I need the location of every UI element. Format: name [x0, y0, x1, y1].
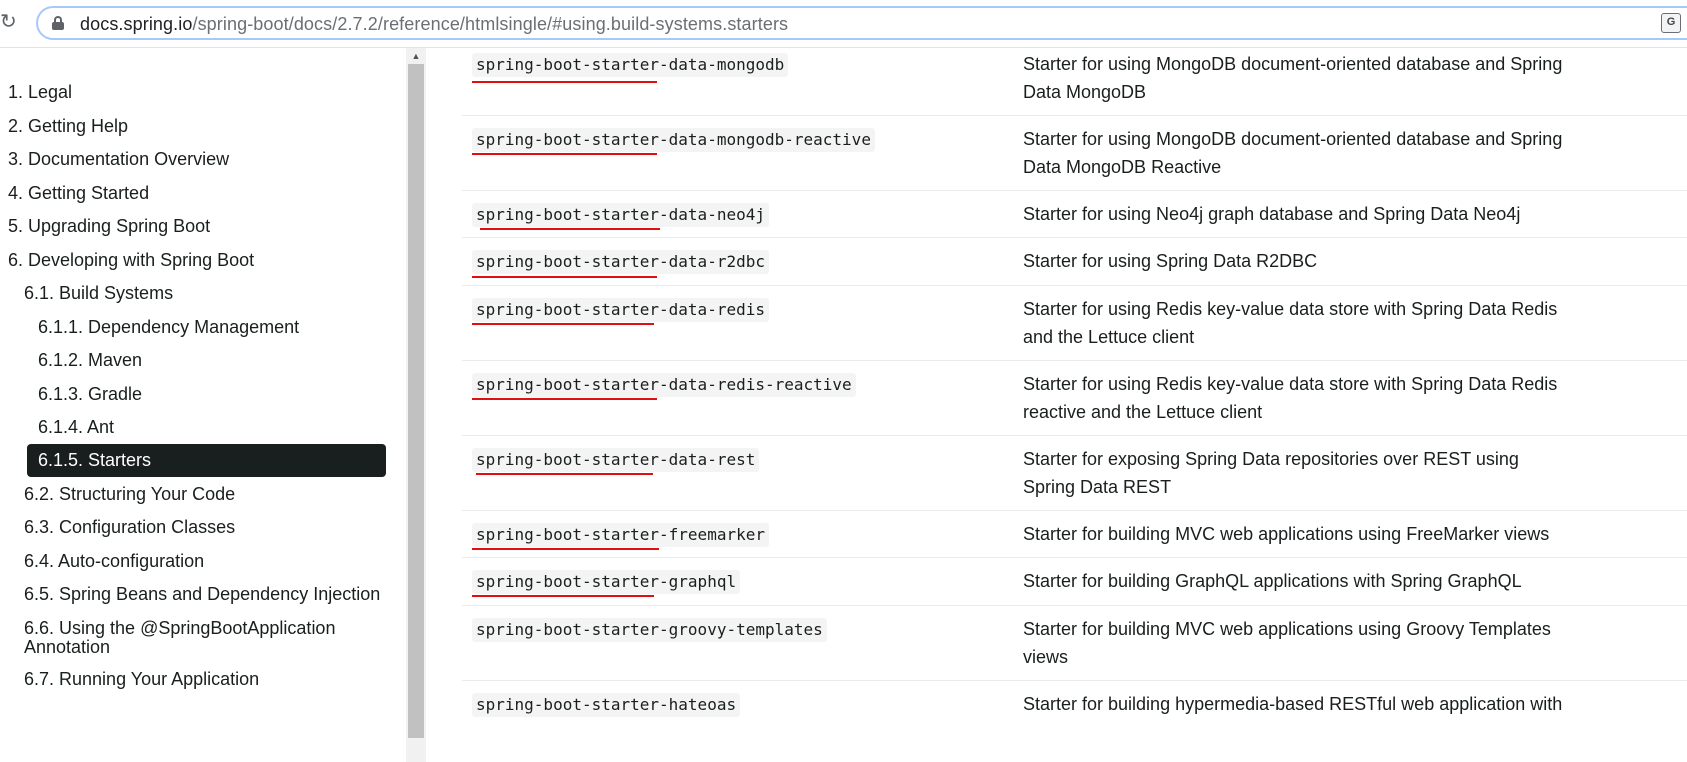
starter-name: spring-boot-starter-graphql: [472, 570, 741, 594]
toc-item-developing-with-spring-boot[interactable]: 6. Developing with Spring Boot: [8, 244, 254, 277]
toc-item-starters[interactable]: 6.1.5. Starters: [27, 444, 386, 477]
starter-name: spring-boot-starter-groovy-templates: [472, 618, 827, 642]
red-underline: [472, 153, 657, 155]
browser-toolbar: ↻ docs.spring.io/spring-boot/docs/2.7.2/…: [0, 0, 1687, 48]
starter-description: Starter for using Redis key-value data s…: [1023, 374, 1558, 422]
red-underline: [472, 323, 654, 325]
table-row: spring-boot-starter-hateoas Starter for …: [462, 681, 1687, 762]
scroll-thumb[interactable]: [408, 64, 424, 738]
toc-item-auto-configuration[interactable]: 6.4. Auto-configuration: [24, 545, 204, 578]
red-underline: [472, 595, 654, 597]
starter-name: spring-boot-starter-hateoas: [472, 693, 741, 717]
table-row: spring-boot-starter-data-mongodb-reactiv…: [462, 116, 1687, 191]
toc-item-configuration-classes[interactable]: 6.3. Configuration Classes: [24, 511, 235, 544]
url-text[interactable]: docs.spring.io/spring-boot/docs/2.7.2/re…: [80, 13, 788, 35]
table-row: spring-boot-starter-data-rest Starter fo…: [462, 436, 1687, 511]
red-underline: [472, 398, 657, 400]
starter-name: spring-boot-starter-data-neo4j: [472, 203, 769, 227]
red-underline: [472, 548, 659, 550]
toc-item-ant[interactable]: 6.1.4. Ant: [38, 411, 114, 444]
table-row: spring-boot-starter-graphql Starter for …: [462, 558, 1687, 606]
table-row: spring-boot-starter-data-neo4j Starter f…: [462, 191, 1687, 238]
toc-item-spring-beans[interactable]: 6.5. Spring Beans and Dependency Injecti…: [24, 578, 380, 611]
starter-name: spring-boot-starter-data-redis: [472, 298, 769, 322]
table-row: spring-boot-starter-data-redis Starter f…: [462, 286, 1687, 361]
toc-item-springbootapplication-annotation[interactable]: 6.6. Using the @SpringBootApplication An…: [24, 619, 384, 659]
toc-item-running-your-application[interactable]: 6.7. Running Your Application: [24, 663, 259, 696]
starter-description: Starter for using Neo4j graph database a…: [1023, 204, 1521, 224]
starter-name: spring-boot-starter-data-rest: [472, 448, 760, 472]
scroll-up-arrow-icon[interactable]: ▲: [406, 48, 426, 64]
starter-description: Starter for building MVC web application…: [1023, 619, 1551, 667]
url-host: docs.spring.io: [80, 14, 193, 34]
starter-description: Starter for exposing Spring Data reposit…: [1023, 449, 1519, 497]
toc-item-documentation-overview[interactable]: 3. Documentation Overview: [8, 143, 229, 176]
toc-item-structuring-your-code[interactable]: 6.2. Structuring Your Code: [24, 478, 235, 511]
table-of-contents: 1. Legal 2. Getting Help 3. Documentatio…: [0, 48, 406, 762]
starter-description: Starter for building MVC web application…: [1023, 524, 1550, 544]
address-bar[interactable]: docs.spring.io/spring-boot/docs/2.7.2/re…: [36, 6, 1687, 40]
starter-description: Starter for using MongoDB document-orien…: [1023, 54, 1563, 102]
toc-scrollbar[interactable]: ▲: [406, 48, 426, 762]
starter-description: Starter for building hypermedia-based RE…: [1023, 694, 1563, 714]
table-row: spring-boot-starter-data-r2dbc Starter f…: [462, 238, 1687, 286]
starter-description: Starter for building GraphQL application…: [1023, 571, 1522, 591]
table-row: spring-boot-starter-groovy-templates Sta…: [462, 606, 1687, 681]
lock-icon[interactable]: [52, 16, 64, 30]
red-underline: [472, 276, 657, 278]
translate-icon[interactable]: G: [1661, 13, 1681, 33]
red-underline: [480, 228, 660, 230]
table-row: spring-boot-starter-data-mongodb Starter…: [462, 48, 1687, 116]
starters-table: spring-boot-starter-data-mongodb Starter…: [426, 48, 1687, 762]
url-path: /spring-boot/docs/2.7.2/reference/htmlsi…: [192, 14, 789, 34]
starter-description: Starter for using Spring Data R2DBC: [1023, 251, 1318, 271]
toc-item-gradle[interactable]: 6.1.3. Gradle: [38, 378, 142, 411]
table-row: spring-boot-starter-freemarker Starter f…: [462, 511, 1687, 558]
starter-name: spring-boot-starter-data-mongodb-reactiv…: [472, 128, 875, 152]
starter-name: spring-boot-starter-freemarker: [472, 523, 769, 547]
starter-description: Starter for using MongoDB document-orien…: [1023, 129, 1563, 177]
toc-item-getting-help[interactable]: 2. Getting Help: [8, 110, 128, 143]
red-underline: [472, 81, 657, 83]
starter-name: spring-boot-starter-data-r2dbc: [472, 250, 769, 274]
toc-item-build-systems[interactable]: 6.1. Build Systems: [24, 277, 173, 310]
starter-name: spring-boot-starter-data-mongodb: [472, 53, 789, 77]
red-underline: [476, 473, 653, 475]
table-row: spring-boot-starter-data-redis-reactive …: [462, 361, 1687, 436]
starter-name: spring-boot-starter-data-redis-reactive: [472, 373, 856, 397]
toc-item-legal[interactable]: 1. Legal: [8, 76, 72, 109]
reload-icon[interactable]: ↻: [0, 10, 22, 34]
toc-item-getting-started[interactable]: 4. Getting Started: [8, 177, 149, 210]
toc-item-maven[interactable]: 6.1.2. Maven: [38, 344, 142, 377]
toc-item-dependency-management[interactable]: 6.1.1. Dependency Management: [38, 311, 299, 344]
starter-description: Starter for using Redis key-value data s…: [1023, 299, 1558, 347]
toc-item-upgrading-spring-boot[interactable]: 5. Upgrading Spring Boot: [8, 210, 210, 243]
